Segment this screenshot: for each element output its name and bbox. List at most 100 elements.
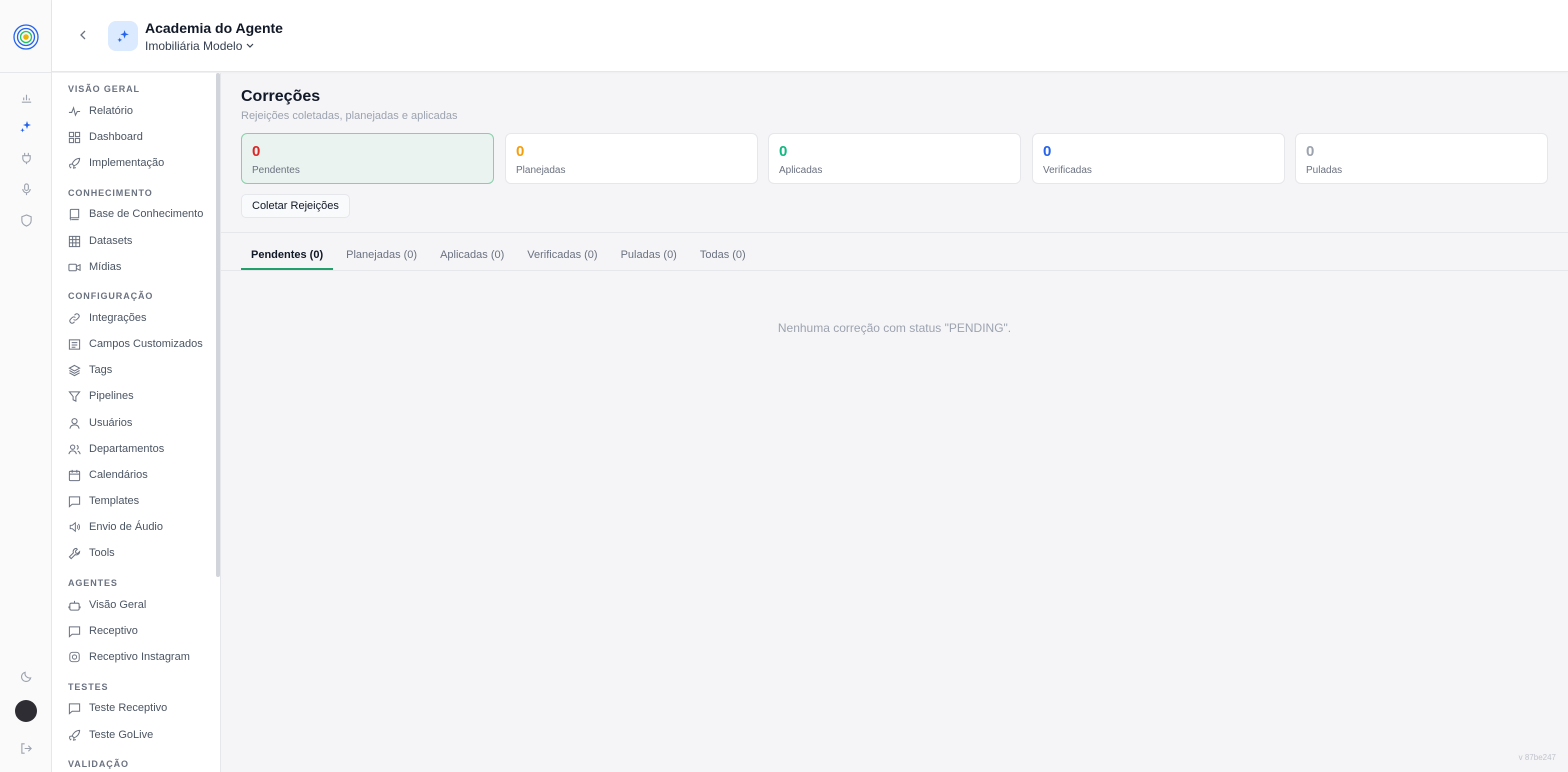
- section-configuracao: CONFIGURAÇÃO: [68, 291, 154, 301]
- version-label: v 87be247: [1518, 753, 1556, 762]
- plug-icon[interactable]: [16, 148, 36, 168]
- section-validacao: VALIDAÇÃO: [68, 759, 129, 769]
- status-tabs: Pendentes (0) Planejadas (0) Aplicadas (…: [241, 245, 759, 270]
- section-conhecimento: CONHECIMENTO: [68, 188, 153, 198]
- sidebar-item-campos-customizados[interactable]: Campos Customizados: [68, 335, 203, 353]
- sidebar-item-calendarios[interactable]: Calendários: [68, 466, 148, 484]
- back-button[interactable]: [76, 26, 90, 44]
- stat-card-aplicadas[interactable]: 0 Aplicadas: [768, 133, 1021, 184]
- collect-rejections-button[interactable]: Coletar Rejeições: [241, 194, 350, 218]
- sidebar-item-receptivo[interactable]: Receptivo: [68, 622, 138, 640]
- sidebar-item-tags[interactable]: Tags: [68, 361, 112, 379]
- stat-card-pendentes[interactable]: 0 Pendentes: [241, 133, 494, 184]
- stat-label: Verificadas: [1043, 165, 1092, 176]
- stat-value: 0: [516, 143, 525, 160]
- agent-avatar: [108, 21, 138, 51]
- link-icon: [69, 312, 80, 324]
- agent-title: Academia do Agente: [145, 20, 283, 36]
- section-visao-geral: VISÃO GERAL: [68, 84, 140, 94]
- rocket-icon: [68, 157, 81, 169]
- filter-icon: [68, 390, 81, 402]
- stat-card-verificadas[interactable]: 0 Verificadas: [1032, 133, 1285, 184]
- page-subtitle: Rejeições coletadas, planejadas e aplica…: [241, 110, 458, 122]
- logo-icon[interactable]: [13, 24, 39, 50]
- speaker-icon: [69, 521, 81, 533]
- layers-icon: [68, 364, 81, 376]
- video-icon: [68, 263, 81, 271]
- section-testes: TESTES: [68, 682, 109, 692]
- sidebar-item-integracoes[interactable]: Integrações: [68, 309, 146, 327]
- sidebar-item-templates[interactable]: Templates: [68, 492, 139, 510]
- empty-state-message: Nenhuma correção com status "PENDING".: [777, 321, 1012, 335]
- stat-label: Pendentes: [252, 165, 300, 176]
- sidebar-item-receptivo-instagram[interactable]: Receptivo Instagram: [68, 648, 190, 666]
- sidebar-item-visao-geral[interactable]: Visão Geral: [68, 596, 146, 614]
- grid-icon: [68, 131, 81, 143]
- stat-label: Aplicadas: [779, 165, 823, 176]
- section-agentes: AGENTES: [68, 578, 118, 588]
- sidebar-item-datasets[interactable]: Datasets: [68, 232, 132, 250]
- sidebar-item-teste-receptivo[interactable]: Teste Receptivo: [68, 699, 167, 717]
- avatar[interactable]: [15, 700, 37, 722]
- tab-aplicadas[interactable]: Aplicadas (0): [430, 245, 514, 270]
- tab-planejadas[interactable]: Planejadas (0): [336, 245, 427, 270]
- tabs-divider: [221, 270, 1568, 271]
- form-icon: [68, 338, 81, 350]
- section-divider: [221, 232, 1568, 233]
- tab-puladas[interactable]: Puladas (0): [611, 245, 687, 270]
- sidebar-item-base-conhecimento[interactable]: Base de Conhecimento: [68, 205, 203, 223]
- stat-card-puladas[interactable]: 0 Puladas: [1295, 133, 1548, 184]
- main-content: Correções Rejeições coletadas, planejada…: [221, 73, 1568, 772]
- book-icon: [69, 208, 80, 221]
- message-icon: [68, 625, 81, 638]
- sidebar-item-teste-golive[interactable]: Teste GoLive: [68, 726, 153, 744]
- stat-value: 0: [1043, 143, 1052, 160]
- sparkles-icon: [116, 29, 129, 42]
- sidebar-item-dashboard[interactable]: Dashboard: [68, 128, 143, 146]
- sidebar: VISÃO GERAL Relatório Dashboard Implemen…: [52, 73, 221, 772]
- microphone-icon[interactable]: [16, 179, 36, 199]
- rocket-icon: [68, 729, 81, 741]
- activity-icon: [68, 105, 81, 117]
- message-icon: [68, 702, 81, 715]
- sidebar-item-pipelines[interactable]: Pipelines: [68, 387, 134, 405]
- bot-icon: [68, 600, 81, 611]
- company-name: Imobiliária Modelo: [145, 39, 243, 53]
- chevron-left-icon: [80, 30, 86, 40]
- calendar-icon: [68, 469, 81, 481]
- instagram-icon: [69, 651, 80, 663]
- sidebar-item-implementacao[interactable]: Implementação: [68, 154, 164, 172]
- bar-chart-icon[interactable]: [16, 87, 36, 107]
- wrench-icon: [68, 547, 81, 559]
- page-title: Correções: [241, 88, 321, 105]
- logout-icon[interactable]: [16, 738, 36, 758]
- table-icon: [68, 235, 81, 247]
- sidebar-item-envio-audio[interactable]: Envio de Áudio: [68, 518, 163, 536]
- chevron-down-icon: [246, 43, 254, 48]
- stat-value: 0: [779, 143, 788, 160]
- moon-icon[interactable]: [16, 666, 36, 686]
- company-selector[interactable]: Imobiliária Modelo: [145, 39, 254, 53]
- message-icon: [68, 495, 81, 508]
- sidebar-item-usuarios[interactable]: Usuários: [68, 414, 132, 432]
- stat-label: Puladas: [1306, 165, 1343, 176]
- stat-label: Planejadas: [516, 165, 566, 176]
- tab-verificadas[interactable]: Verificadas (0): [517, 245, 607, 270]
- sidebar-scrollbar[interactable]: [216, 73, 220, 577]
- top-header: Academia do Agente Imobiliária Modelo: [52, 0, 1568, 72]
- tab-pendentes[interactable]: Pendentes (0): [241, 245, 334, 270]
- sidebar-item-departamentos[interactable]: Departamentos: [68, 440, 164, 458]
- user-icon: [69, 417, 80, 429]
- users-icon: [68, 444, 81, 454]
- icon-rail: [0, 0, 52, 772]
- shield-icon[interactable]: [16, 210, 36, 230]
- stat-value: 0: [1306, 143, 1315, 160]
- sidebar-item-midias[interactable]: Mídias: [68, 258, 121, 276]
- sidebar-item-tools[interactable]: Tools: [68, 544, 115, 562]
- sidebar-item-relatorio[interactable]: Relatório: [68, 102, 133, 120]
- rail-divider: [0, 72, 52, 73]
- sparkles-icon[interactable]: [16, 117, 36, 137]
- stat-card-planejadas[interactable]: 0 Planejadas: [505, 133, 758, 184]
- stat-value: 0: [252, 143, 261, 160]
- tab-todas[interactable]: Todas (0): [690, 245, 756, 270]
